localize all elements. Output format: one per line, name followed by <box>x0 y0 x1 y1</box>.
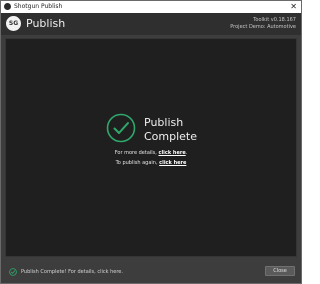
check-circle-icon <box>9 268 17 276</box>
publish-again-link[interactable]: click here <box>159 160 186 166</box>
app-icon <box>4 3 11 10</box>
publish-window: Shotgun Publish ✕ SG Publish Toolkit v0.… <box>0 0 302 284</box>
window-close-icon[interactable]: ✕ <box>290 1 297 12</box>
page-title: Publish <box>26 17 66 30</box>
check-circle-icon <box>106 113 136 143</box>
footer-status-text: Publish Complete! For details, click her… <box>21 269 123 275</box>
main-content: Publish Complete For more details, click… <box>5 38 297 257</box>
details-link[interactable]: click here <box>158 150 185 156</box>
window-title: Shotgun Publish <box>14 3 63 10</box>
project-name: Project Demo: Automotive <box>230 24 296 30</box>
publish-again-line: To publish again, click here <box>6 159 296 167</box>
header-info: Toolkit v0.18.167 Project Demo: Automoti… <box>230 17 296 31</box>
publish-again-text: To publish again, <box>115 160 158 166</box>
app-header: SG Publish Toolkit v0.18.167 Project Dem… <box>1 13 301 35</box>
details-text: For more details, <box>114 150 157 156</box>
status-block: Publish Complete <box>106 113 206 147</box>
details-suffix: . <box>185 150 188 156</box>
shotgun-logo-icon: SG <box>6 16 21 31</box>
toolkit-version: Toolkit v0.18.167 <box>253 17 296 23</box>
details-line: For more details, click here. <box>6 149 296 157</box>
status-title: Publish Complete <box>144 116 198 143</box>
window-titlebar[interactable]: Shotgun Publish ✕ <box>1 1 301 13</box>
close-button[interactable]: Close <box>265 266 295 276</box>
